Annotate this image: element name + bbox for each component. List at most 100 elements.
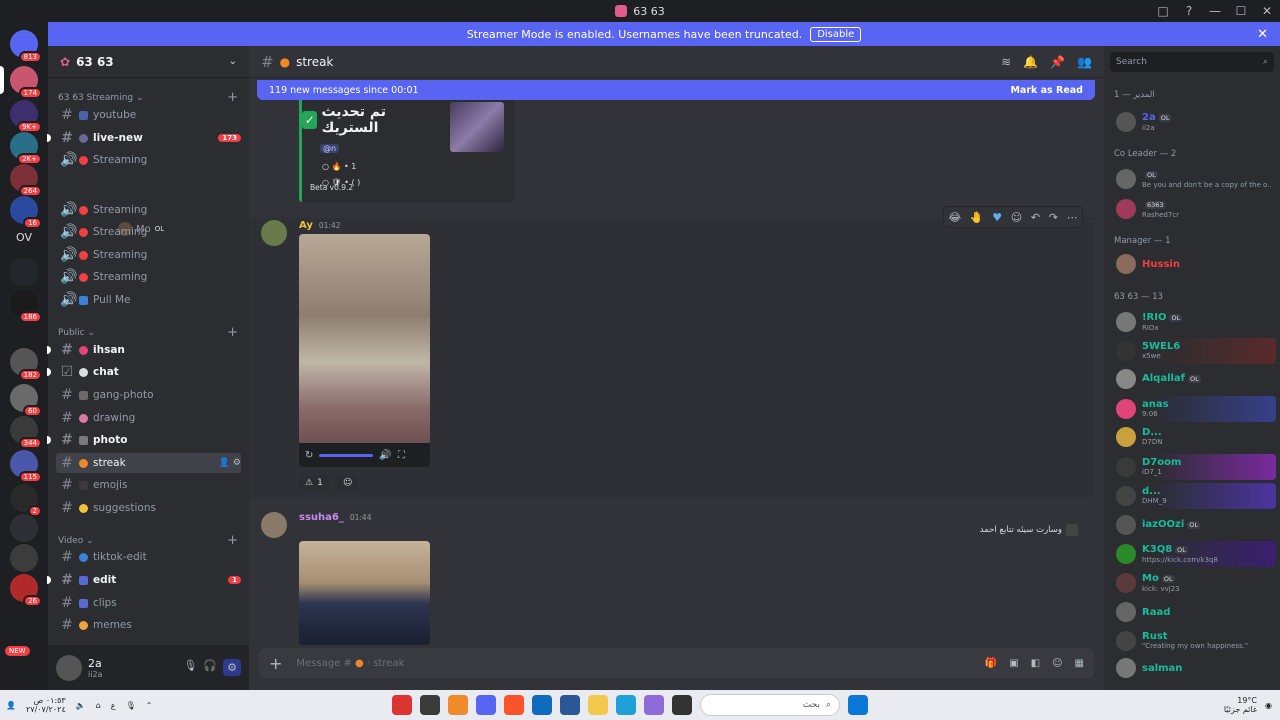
invite-icon[interactable]: 👤: [219, 458, 230, 468]
gear-icon[interactable]: ⚙: [233, 458, 241, 468]
chevron-up-icon[interactable]: ⌃: [146, 701, 153, 710]
member-item[interactable]: !RIO OL RIOx: [1114, 309, 1276, 335]
server-icon[interactable]: [10, 544, 38, 572]
message-composer[interactable]: + Message # ● · streak 🎁 ▣ ◧ ☺ ▦: [259, 648, 1094, 678]
server-icon[interactable]: [10, 514, 38, 542]
progress-bar[interactable]: [319, 453, 374, 457]
channel-suggestions[interactable]: # suggestions: [56, 498, 241, 518]
channel-drawing[interactable]: # drawing: [56, 408, 241, 428]
video-attachment[interactable]: ↻ 🔊 ⛶: [299, 234, 430, 467]
member-item[interactable]: 2a OL ii2a: [1114, 109, 1276, 135]
maximize-button[interactable]: ☐: [1228, 0, 1254, 22]
close-icon[interactable]: ✕: [1257, 27, 1268, 42]
channel-streak[interactable]: # streak 👤 ⚙: [56, 453, 241, 473]
reaction-laugh-icon[interactable]: 😂: [948, 211, 961, 224]
member-item[interactable]: Alqallaf OL: [1114, 366, 1276, 392]
server-icon[interactable]: [10, 290, 42, 323]
member-item[interactable]: Hussin: [1114, 251, 1276, 277]
avatar[interactable]: [56, 654, 82, 681]
app-icon[interactable]: [672, 695, 692, 715]
channel-youtube[interactable]: # youtube: [56, 105, 241, 125]
member-item[interactable]: 5WEL6 x5we: [1114, 338, 1276, 364]
channel-live-new[interactable]: # live-new 173: [47, 128, 241, 148]
member-item[interactable]: Raad: [1114, 599, 1276, 625]
server-icon[interactable]: [10, 164, 42, 197]
reply-icon[interactable]: ↶: [1031, 211, 1040, 224]
channel-photo[interactable]: # photo: [47, 430, 241, 450]
member-item[interactable]: D... D7DN: [1114, 424, 1276, 450]
app-icon[interactable]: [420, 695, 440, 715]
emoji-icon[interactable]: ☺: [1052, 658, 1062, 669]
widgets-icon[interactable]: ◉: [1265, 701, 1272, 710]
member-list-icon[interactable]: 👥: [1077, 55, 1092, 69]
forward-icon[interactable]: ↷: [1049, 211, 1058, 224]
member-item[interactable]: d... DHM_9: [1114, 483, 1276, 509]
more-icon[interactable]: ⋯: [1067, 211, 1078, 224]
member-item[interactable]: OL Be you and don't be a copy of the o...: [1114, 166, 1276, 192]
app-icon[interactable]: [392, 695, 412, 715]
voice-channel-pull-me[interactable]: 🔊 Pull Me: [56, 290, 241, 310]
add-attachment-icon[interactable]: +: [269, 654, 282, 673]
disable-streamer-mode-button[interactable]: Disable: [810, 26, 862, 42]
bell-icon[interactable]: 🔔: [1023, 55, 1038, 69]
member-item[interactable]: K3Q8 OL https://kick.com/k3q8: [1114, 541, 1276, 567]
sticker-icon[interactable]: ◧: [1031, 658, 1040, 669]
server-icon[interactable]: [10, 132, 43, 165]
help-icon[interactable]: ?: [1176, 0, 1202, 22]
voice-channel-streaming[interactable]: 🔊 Streaming: [56, 267, 241, 287]
new-messages-bar[interactable]: 119 new messages since 00:01 Mark as Rea…: [257, 80, 1095, 100]
browser-icon[interactable]: [504, 695, 524, 715]
channel-chat[interactable]: ☑ chat: [47, 362, 241, 382]
inbox-icon[interactable]: □: [1150, 0, 1176, 22]
server-icon[interactable]: [10, 574, 42, 607]
channel-ihsan[interactable]: # ihsan: [47, 340, 241, 360]
message-author[interactable]: Ay: [299, 220, 313, 231]
embed-thumbnail[interactable]: [450, 102, 504, 152]
speaker-icon[interactable]: 🔈: [76, 701, 86, 710]
reaction-hand-icon[interactable]: 🤚: [970, 211, 984, 224]
server-icon[interactable]: [10, 348, 42, 381]
category-public[interactable]: Public ⌄ +: [58, 325, 238, 340]
folder-icon[interactable]: [10, 258, 38, 286]
channel-clips[interactable]: # clips: [56, 593, 241, 613]
fullscreen-icon[interactable]: ⛶: [398, 450, 405, 461]
add-channel-icon[interactable]: +: [227, 533, 238, 548]
file-explorer-icon[interactable]: [588, 695, 608, 715]
search-input[interactable]: Search ⌕: [1110, 52, 1274, 72]
edge-icon[interactable]: [616, 695, 636, 715]
avatar[interactable]: [261, 220, 287, 246]
member-item[interactable]: Rust "Creating my own happiness.": [1114, 628, 1276, 654]
reaction-heart-icon[interactable]: ♥: [992, 211, 1002, 224]
replay-icon[interactable]: ↻: [305, 450, 313, 461]
channel-gang-photo[interactable]: # gang-photo: [56, 385, 241, 405]
channel-memes[interactable]: # memes: [56, 615, 241, 635]
avatar[interactable]: [261, 512, 287, 538]
gif-icon[interactable]: ▣: [1009, 658, 1018, 669]
add-reaction-button[interactable]: ☺: [337, 474, 359, 492]
server-icon[interactable]: [10, 484, 42, 517]
network-icon[interactable]: ⌂: [96, 701, 101, 710]
discord-taskbar-icon[interactable]: [476, 695, 496, 715]
server-icon[interactable]: [10, 66, 42, 99]
volume-icon[interactable]: 🔊: [379, 450, 391, 461]
mention[interactable]: @n: [320, 144, 340, 153]
member-item[interactable]: anas 9:06: [1114, 396, 1276, 422]
gear-icon[interactable]: ⚙: [223, 659, 241, 676]
user-icon[interactable]: 👤: [6, 701, 16, 710]
new-badge[interactable]: NEW: [5, 646, 30, 656]
server-icon[interactable]: [10, 100, 43, 133]
add-reaction-icon[interactable]: ☺: [1011, 211, 1022, 224]
voice-channel-streaming[interactable]: 🔊 Streaming: [56, 245, 241, 265]
server-icon[interactable]: [10, 450, 42, 483]
minimize-button[interactable]: —: [1202, 0, 1228, 22]
microphone-icon[interactable]: 🎙: [183, 659, 197, 676]
microphone-icon[interactable]: 🎙: [126, 701, 136, 710]
gift-icon[interactable]: 🎁: [985, 658, 997, 669]
apps-icon[interactable]: ▦: [1075, 658, 1084, 669]
video-attachment[interactable]: [299, 541, 430, 645]
message-author[interactable]: ssuha6_: [299, 512, 344, 523]
member-item[interactable]: iazOOzi OL: [1114, 512, 1276, 538]
clock[interactable]: ٠١:٥٣ ص ٢٧/٠٧/٢٠٢٤: [26, 696, 66, 714]
server-icon-ov[interactable]: OV: [10, 223, 38, 251]
server-icon[interactable]: [10, 196, 42, 229]
